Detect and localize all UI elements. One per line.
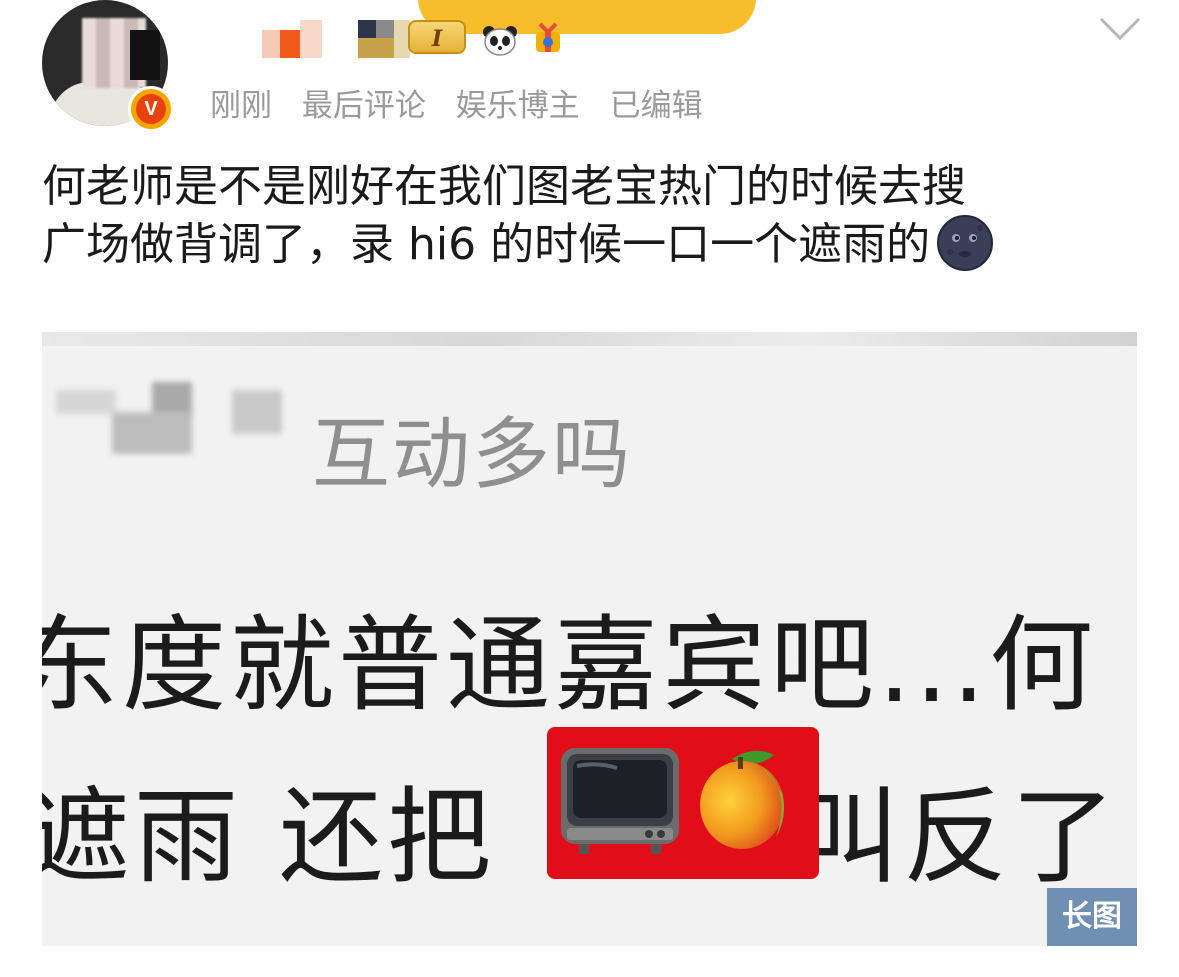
fan-medal-icon[interactable]: I [408, 20, 466, 54]
image-text-row-1: 互动多吗 [312, 410, 633, 500]
edited-label: 已编辑 [609, 88, 703, 124]
mango-icon [692, 737, 802, 857]
blurred-username-4 [152, 382, 192, 414]
avatar-mosaic-block [130, 30, 160, 80]
sort-label: 最后评论 [301, 88, 426, 124]
blurred-username [56, 390, 116, 414]
notification-pill[interactable] [418, 0, 756, 34]
weibo-post: V I 刚刚 最后评论 娱乐博主 已编辑 何老师是不是刚好在我们图老宝热门的时候… [0, 0, 1179, 977]
blurred-username-2 [112, 412, 192, 454]
image-top-strip [42, 332, 1137, 346]
long-image-badge: 长图 [1047, 888, 1137, 946]
post-time: 刚刚 [210, 88, 272, 124]
post-text-line-2: 广场做背调了，录 hi6 的时候一口一个遮雨的 [42, 214, 1142, 274]
gift-icon [528, 20, 568, 56]
username-mosaic-2[interactable] [358, 20, 410, 58]
post-image[interactable]: 互动多吗 东度就普通嘉宾吧...何 遮雨 还把 叫反了 [42, 332, 1137, 946]
username-mosaic[interactable] [262, 20, 322, 58]
blurred-username-3 [232, 390, 282, 434]
author-tag: 娱乐博主 [455, 88, 580, 124]
tv-icon [557, 742, 683, 858]
post-text-line-1: 何老师是不是刚好在我们图老宝热门的时候去搜 [42, 161, 966, 212]
post-body[interactable]: 何老师是不是刚好在我们图老宝热门的时候去搜 广场做背调了，录 hi6 的时候一口… [42, 158, 1142, 274]
post-meta: 刚刚 最后评论 娱乐博主 已编辑 [210, 80, 723, 125]
panda-icon [480, 24, 520, 56]
chevron-down-icon[interactable] [1098, 14, 1142, 44]
new-moon-face-icon [936, 214, 994, 272]
verified-badge-icon: V [128, 86, 174, 132]
image-text-row-2: 东度就普通嘉宾吧...何 [42, 604, 1098, 726]
